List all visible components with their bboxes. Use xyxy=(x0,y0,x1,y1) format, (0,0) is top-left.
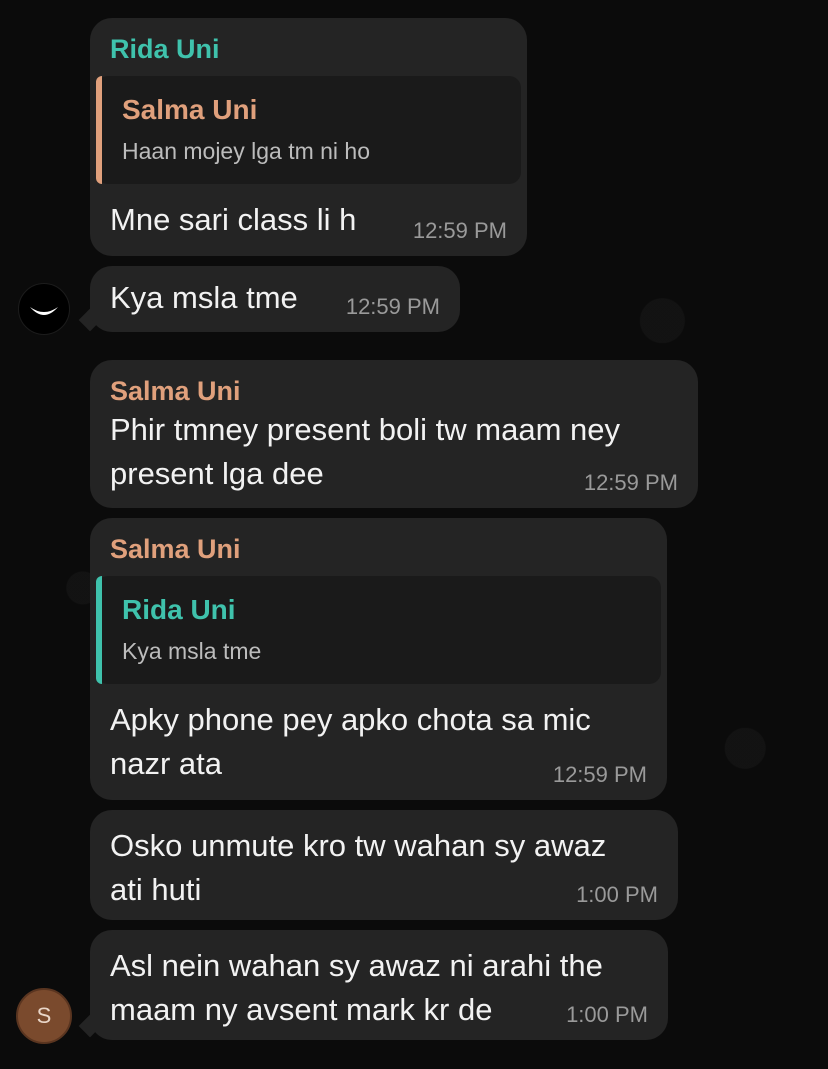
quoted-message[interactable]: Rida Uni Kya msla tme xyxy=(96,576,661,684)
message-bubble[interactable]: Salma Uni Rida Uni Kya msla tme Apky pho… xyxy=(90,518,667,800)
message-text-line-1: Phir tmney present boli tw maam ney xyxy=(110,412,620,447)
message-time: 12:59 PM xyxy=(552,762,647,787)
message-bubble[interactable]: Kya msla tme 12:59 PM xyxy=(90,266,460,332)
message-time: 1:00 PM xyxy=(576,882,658,907)
sender-name: Salma Uni xyxy=(110,534,241,564)
message-time: 1:00 PM xyxy=(566,1002,648,1027)
sender-name: Salma Uni xyxy=(110,376,241,406)
message-time: 12:59 PM xyxy=(412,218,507,243)
quoted-sender: Rida Uni xyxy=(122,594,236,625)
quote-bar xyxy=(96,576,102,684)
avatar[interactable]: S xyxy=(16,988,72,1044)
quote-bar xyxy=(96,76,102,184)
quoted-message[interactable]: Salma Uni Haan mojey lga tm ni ho xyxy=(96,76,521,184)
message-bubble[interactable]: Osko unmute kro tw wahan sy awaz ati hut… xyxy=(90,810,678,920)
message-bubble[interactable]: Salma Uni Phir tmney present boli tw maa… xyxy=(90,360,698,508)
sender-name: Rida Uni xyxy=(110,34,220,64)
message-text-line-1: Asl nein wahan sy awaz ni arahi the xyxy=(110,948,603,983)
crescent-moon-icon xyxy=(30,307,58,315)
avatar-initial: S xyxy=(36,1003,52,1028)
message-text-line-1: Apky phone pey apko chota sa mic xyxy=(110,702,591,737)
message-time: 12:59 PM xyxy=(583,470,678,495)
message-text-line-1: Osko unmute kro tw wahan sy awaz xyxy=(110,828,607,863)
message-time: 12:59 PM xyxy=(345,294,440,319)
quoted-sender: Salma Uni xyxy=(122,94,258,125)
message-bubble[interactable]: Asl nein wahan sy awaz ni arahi the maam… xyxy=(90,930,668,1040)
avatar[interactable] xyxy=(18,283,70,335)
quoted-text: Haan mojey lga tm ni ho xyxy=(122,138,371,164)
message-bubble[interactable]: Rida Uni Salma Uni Haan mojey lga tm ni … xyxy=(90,18,527,256)
quoted-text: Kya msla tme xyxy=(122,638,262,664)
